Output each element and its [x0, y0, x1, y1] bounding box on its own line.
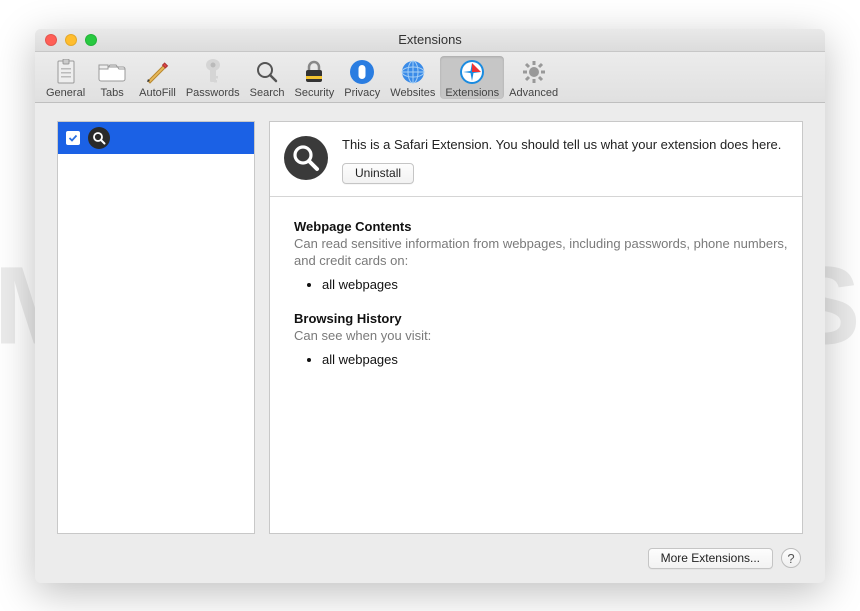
- toolbar-label: General: [46, 87, 85, 99]
- toolbar-websites[interactable]: Websites: [385, 56, 440, 99]
- extensions-icon: [456, 58, 488, 86]
- toolbar-passwords[interactable]: Passwords: [181, 56, 245, 99]
- toolbar-search[interactable]: Search: [245, 56, 290, 99]
- search-icon: [251, 58, 283, 86]
- traffic-lights: [45, 34, 97, 46]
- permissions-section: Webpage Contents Can read sensitive info…: [270, 197, 802, 400]
- extension-list-item[interactable]: [58, 122, 254, 154]
- browsing-history-title: Browsing History: [294, 311, 788, 326]
- footer-area: More Extensions... ?: [57, 548, 803, 569]
- toolbar-extensions[interactable]: Extensions: [440, 56, 504, 99]
- toolbar-tabs[interactable]: Tabs: [90, 56, 134, 99]
- websites-icon: [397, 58, 429, 86]
- toolbar-label: Advanced: [509, 87, 558, 99]
- browsing-history-subtext: Can see when you visit:: [294, 328, 788, 345]
- tabs-icon: [96, 58, 128, 86]
- toolbar-autofill[interactable]: AutoFill: [134, 56, 181, 99]
- advanced-icon: [518, 58, 550, 86]
- webpage-contents-title: Webpage Contents: [294, 219, 788, 234]
- minimize-window-button[interactable]: [65, 34, 77, 46]
- more-extensions-button[interactable]: More Extensions...: [648, 548, 773, 569]
- uninstall-button[interactable]: Uninstall: [342, 163, 414, 184]
- toolbar-label: Passwords: [186, 87, 240, 99]
- permission-item: all webpages: [322, 276, 788, 293]
- zoom-window-button[interactable]: [85, 34, 97, 46]
- privacy-icon: [346, 58, 378, 86]
- titlebar: Extensions: [35, 29, 825, 52]
- toolbar-label: Privacy: [344, 87, 380, 99]
- toolbar-label: Extensions: [445, 87, 499, 99]
- toolbar-label: Tabs: [101, 87, 124, 99]
- toolbar-general[interactable]: General: [41, 56, 90, 99]
- toolbar-label: Search: [250, 87, 285, 99]
- preferences-window: Extensions General Tabs AutoFill Passw: [35, 29, 825, 583]
- extension-item-icon: [88, 127, 110, 149]
- autofill-icon: [141, 58, 173, 86]
- general-icon: [50, 58, 82, 86]
- extension-detail-icon: [284, 136, 328, 180]
- extension-detail-panel: This is a Safari Extension. You should t…: [269, 121, 803, 534]
- help-button[interactable]: ?: [781, 548, 801, 568]
- window-title: Extensions: [398, 32, 462, 47]
- extension-header: This is a Safari Extension. You should t…: [270, 122, 802, 198]
- extensions-sidebar: [57, 121, 255, 534]
- webpage-contents-subtext: Can read sensitive information from webp…: [294, 236, 788, 270]
- preferences-toolbar: General Tabs AutoFill Passwords Search: [35, 52, 825, 103]
- content-area: This is a Safari Extension. You should t…: [35, 103, 825, 583]
- security-icon: [298, 58, 330, 86]
- extension-enabled-checkbox[interactable]: [66, 131, 80, 145]
- toolbar-label: AutoFill: [139, 87, 176, 99]
- toolbar-label: Websites: [390, 87, 435, 99]
- passwords-icon: [197, 58, 229, 86]
- toolbar-security[interactable]: Security: [289, 56, 339, 99]
- extension-description: This is a Safari Extension. You should t…: [342, 136, 781, 154]
- close-window-button[interactable]: [45, 34, 57, 46]
- toolbar-privacy[interactable]: Privacy: [339, 56, 385, 99]
- toolbar-label: Security: [294, 87, 334, 99]
- toolbar-advanced[interactable]: Advanced: [504, 56, 563, 99]
- permission-item: all webpages: [322, 351, 788, 368]
